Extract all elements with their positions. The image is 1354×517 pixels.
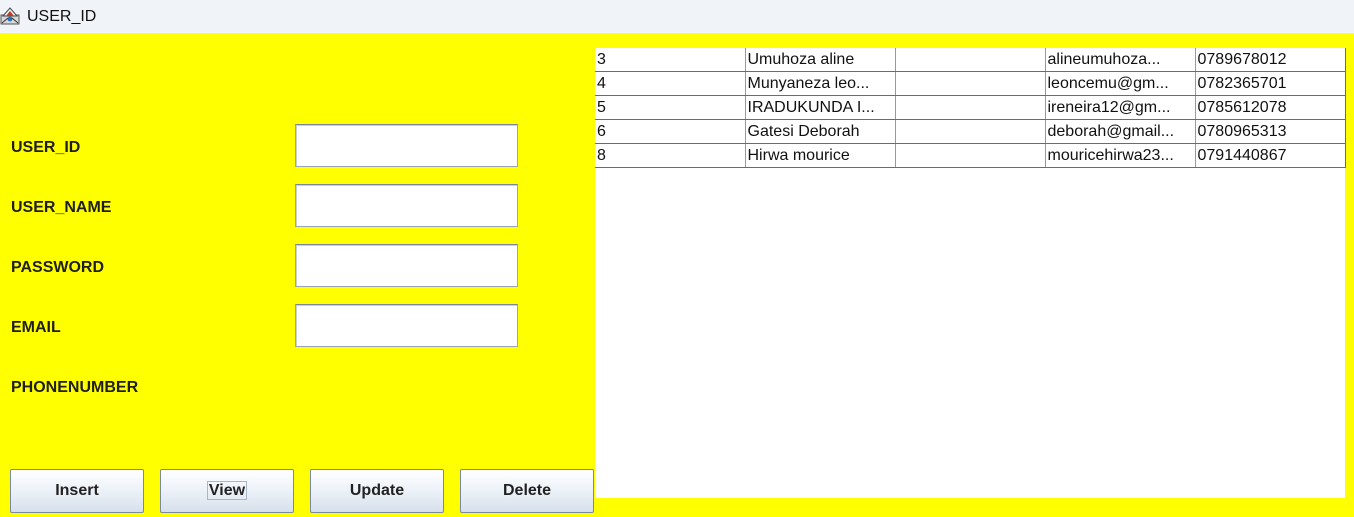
cell-email[interactable]: mouricehirwa23... <box>1045 143 1196 168</box>
cell-user-name[interactable]: IRADUKUNDA I... <box>745 95 896 120</box>
cell-user-id[interactable]: 4 <box>595 71 746 96</box>
phonenumber-label: PHONENUMBER <box>11 379 139 396</box>
app-window: USER_ID USER_ID USER_NAME PASSWORD EMAIL… <box>0 0 1354 517</box>
cell-user-name[interactable]: Umuhoza aline <box>745 48 896 72</box>
view-button-label: View <box>206 481 248 500</box>
view-button[interactable]: View <box>160 469 294 513</box>
window-title: USER_ID <box>27 8 97 25</box>
cell-user-name[interactable]: Gatesi Deborah <box>745 119 896 144</box>
cell-user-id[interactable]: 6 <box>595 119 746 144</box>
java-app-icon <box>0 6 20 26</box>
cell-user-id[interactable]: 3 <box>595 48 746 72</box>
cell-phone[interactable]: 0791440867 <box>1195 143 1346 168</box>
table-row[interactable]: 6 Gatesi Deborah deborah@gmail... 078096… <box>595 119 1346 144</box>
password-input[interactable] <box>295 244 518 287</box>
delete-button[interactable]: Delete <box>460 469 594 513</box>
update-button[interactable]: Update <box>310 469 444 513</box>
cell-phone[interactable]: 0782365701 <box>1195 71 1346 96</box>
insert-button[interactable]: Insert <box>10 469 144 513</box>
delete-button-label: Delete <box>502 482 552 499</box>
cell-password[interactable] <box>895 48 1046 72</box>
cell-phone[interactable]: 0780965313 <box>1195 119 1346 144</box>
users-table[interactable]: 3 Umuhoza aline alineumuhoza... 07896780… <box>595 48 1346 168</box>
cell-password[interactable] <box>895 95 1046 120</box>
table-row[interactable]: 4 Munyaneza leo... leoncemu@gm... 078236… <box>595 71 1346 96</box>
table-row[interactable]: 8 Hirwa mourice mouricehirwa23... 079144… <box>595 143 1346 168</box>
table-row[interactable]: 5 IRADUKUNDA I... ireneira12@gm... 07856… <box>595 95 1346 120</box>
table-row[interactable]: 3 Umuhoza aline alineumuhoza... 07896780… <box>595 48 1346 72</box>
cell-password[interactable] <box>895 119 1046 144</box>
cell-email[interactable]: ireneira12@gm... <box>1045 95 1196 120</box>
email-label: EMAIL <box>11 319 61 336</box>
user-name-label: USER_NAME <box>11 199 112 216</box>
user-name-input[interactable] <box>295 184 518 227</box>
users-table-scrollpane[interactable]: 3 Umuhoza aline alineumuhoza... 07896780… <box>595 48 1346 498</box>
insert-button-label: Insert <box>55 482 99 499</box>
cell-user-id[interactable]: 5 <box>595 95 746 120</box>
cell-user-name[interactable]: Hirwa mourice <box>745 143 896 168</box>
cell-phone[interactable]: 0789678012 <box>1195 48 1346 72</box>
title-bar[interactable]: USER_ID <box>0 0 1354 34</box>
cell-password[interactable] <box>895 143 1046 168</box>
cell-phone[interactable]: 0785612078 <box>1195 95 1346 120</box>
user-id-label: USER_ID <box>11 139 81 156</box>
cell-user-id[interactable]: 8 <box>595 143 746 168</box>
email-input[interactable] <box>295 304 518 347</box>
cell-user-name[interactable]: Munyaneza leo... <box>745 71 896 96</box>
password-label: PASSWORD <box>11 259 105 276</box>
user-id-input[interactable] <box>295 124 518 167</box>
update-button-label: Update <box>349 482 405 499</box>
cell-email[interactable]: deborah@gmail... <box>1045 119 1196 144</box>
cell-password[interactable] <box>895 71 1046 96</box>
cell-email[interactable]: leoncemu@gm... <box>1045 71 1196 96</box>
cell-email[interactable]: alineumuhoza... <box>1045 48 1196 72</box>
